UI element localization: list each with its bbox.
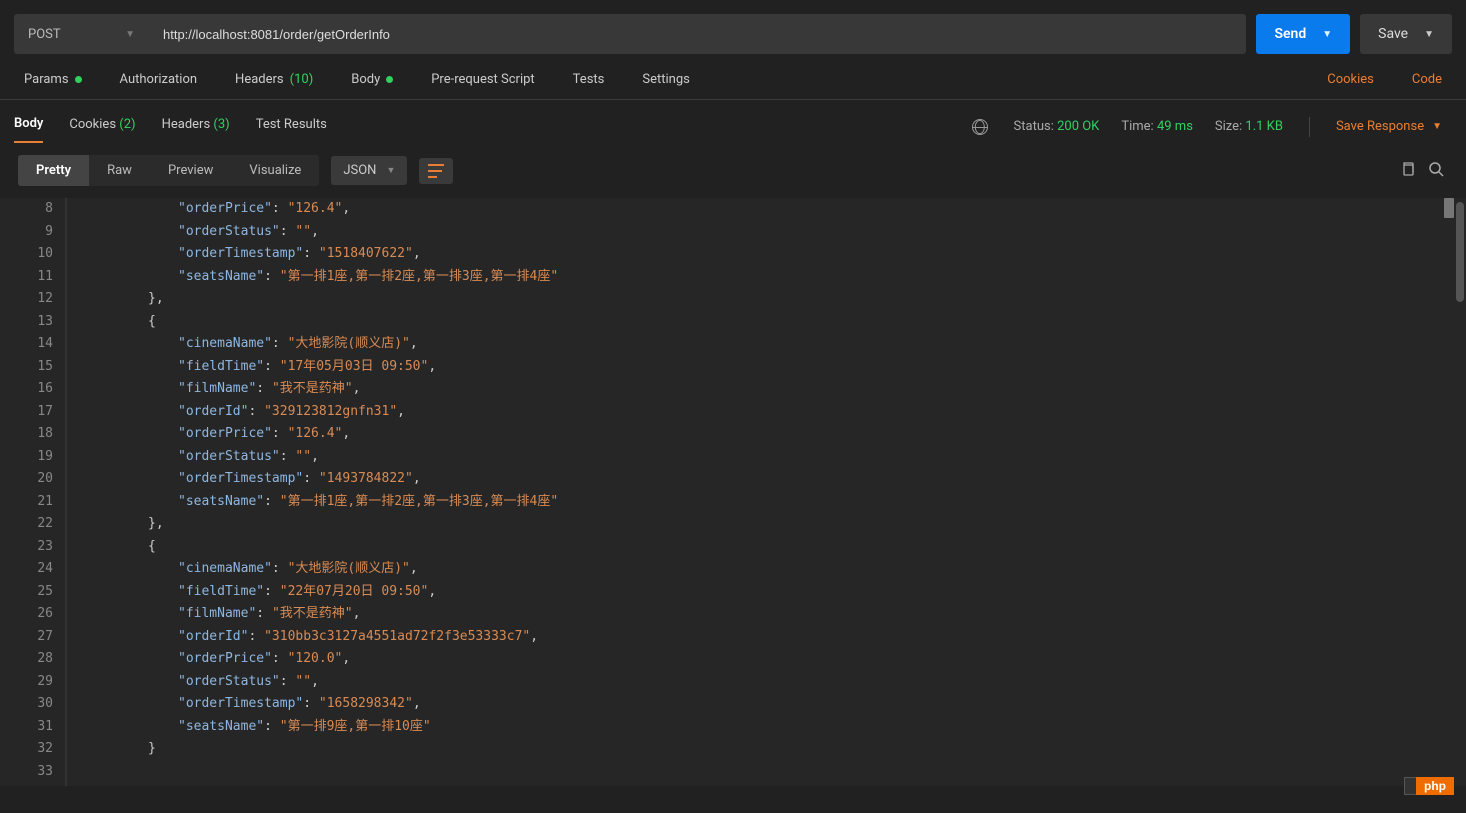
tab-params[interactable]: Params [24,72,82,87]
status-value: 200 OK [1057,119,1099,134]
vtab-preview[interactable]: Preview [150,155,231,186]
watermark: php [1416,777,1454,795]
send-button[interactable]: Send ▼ [1256,14,1350,54]
vtab-visualize[interactable]: Visualize [231,155,319,186]
time-label: Time: [1121,119,1153,134]
cookies-link[interactable]: Cookies [1327,72,1374,87]
code-content: "orderPrice": "126.4","orderStatus": "",… [66,198,1466,786]
status-label: Status: [1014,119,1054,134]
time-value: 49 ms [1157,119,1193,134]
cookies-count: (2) [119,117,135,132]
copy-icon[interactable] [1396,157,1420,185]
indicator-dot-icon [75,76,82,83]
save-label: Save [1378,26,1408,42]
method-select[interactable]: POST ▼ [14,14,149,54]
size-value: 1.1 KB [1245,119,1283,134]
chevron-down-icon: ▼ [1424,29,1434,40]
scrollbar-vertical[interactable] [1456,202,1464,302]
line-gutter: 8910111213141516171819202122232425262728… [0,198,66,786]
resp-tab-headers[interactable]: Headers (3) [162,111,230,142]
tab-tests[interactable]: Tests [573,72,605,87]
tab-settings[interactable]: Settings [642,72,689,87]
wrap-icon [428,164,444,178]
resp-tab-testresults[interactable]: Test Results [256,111,327,142]
search-icon[interactable] [1424,157,1448,185]
status-group: Status: 200 OK Time: 49 ms Size: 1.1 KB [1014,119,1283,134]
resp-tab-body[interactable]: Body [14,110,43,143]
save-response-button[interactable]: Save Response ▼ [1336,119,1442,134]
code-link[interactable]: Code [1412,72,1442,87]
tab-headers[interactable]: Headers (10) [235,72,313,87]
send-label: Send [1274,26,1306,42]
method-label: POST [28,27,61,42]
chevron-down-icon: ▼ [125,29,135,40]
vtab-raw[interactable]: Raw [89,155,150,186]
size-label: Size: [1215,119,1242,134]
chevron-down-icon: ▼ [1322,29,1332,40]
format-select[interactable]: JSON ▼ [331,156,407,185]
minimap-indicator [1444,198,1454,218]
fold-strip [66,198,80,786]
view-mode-tabs: Pretty Raw Preview Visualize [18,155,319,186]
resp-headers-count: (3) [213,117,229,132]
tab-authorization[interactable]: Authorization [120,72,198,87]
vtab-pretty[interactable]: Pretty [18,155,89,186]
response-body-editor[interactable]: 8910111213141516171819202122232425262728… [0,198,1466,786]
save-button[interactable]: Save ▼ [1360,14,1452,54]
url-input[interactable] [149,14,1246,54]
indicator-dot-icon [386,76,393,83]
chevron-down-icon: ▼ [386,165,395,176]
headers-count: (10) [290,72,314,87]
wrap-lines-button[interactable] [419,158,453,184]
resp-tab-cookies[interactable]: Cookies (2) [69,111,135,142]
tab-prerequest[interactable]: Pre-request Script [431,72,534,87]
chevron-down-icon: ▼ [1432,121,1442,132]
tab-body[interactable]: Body [351,72,393,87]
globe-icon[interactable] [972,119,988,135]
